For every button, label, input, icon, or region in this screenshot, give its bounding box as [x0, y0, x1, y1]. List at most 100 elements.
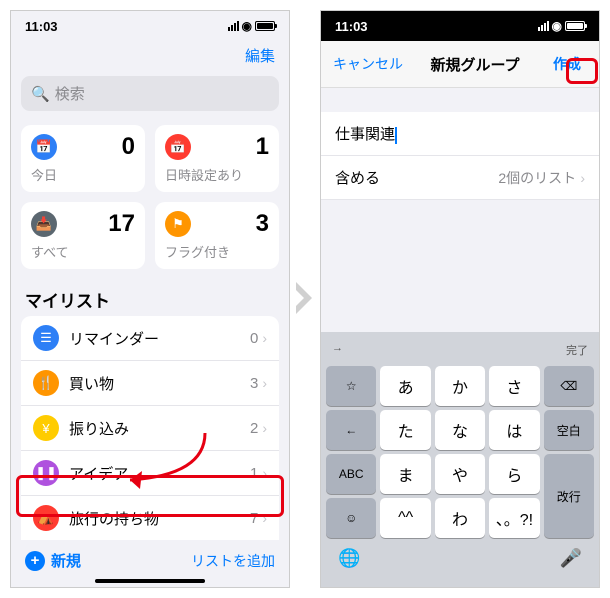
- key[interactable]: た: [380, 410, 430, 450]
- list-label: 旅行の持ち物: [69, 508, 250, 529]
- list-label: 買い物: [69, 373, 250, 394]
- chevron-icon: ›: [262, 375, 267, 391]
- transition-arrow-icon: [294, 280, 316, 316]
- key[interactable]: ^^: [380, 498, 430, 538]
- tile-count: 1: [256, 133, 269, 161]
- status-time: 11:03: [335, 19, 368, 34]
- list-count: 7: [250, 510, 258, 527]
- list-icon: ☰: [33, 325, 59, 351]
- key[interactable]: 空白: [544, 410, 594, 450]
- summary-tiles: 📅 0 今日 📅 1 日時設定あり 📥 17 すべて ⚑ 3 フラグ付き: [11, 117, 289, 277]
- list-row[interactable]: ⛺ 旅行の持ち物 7 ›: [21, 496, 279, 541]
- list-label: 振り込み: [69, 418, 250, 439]
- right-screenshot: 11:03 ◉ キャンセル 新規グループ 作成 仕事関連 含める 2個のリスト …: [320, 10, 600, 588]
- list-label: リマインダー: [69, 328, 250, 349]
- key[interactable]: あ: [380, 366, 430, 406]
- tile-icon: 📅: [165, 134, 191, 160]
- input-value: 仕事関連: [335, 126, 395, 143]
- tile-label: 日時設定あり: [165, 165, 269, 184]
- globe-icon[interactable]: 🌐: [338, 548, 360, 569]
- list-icon: ❚❚: [33, 460, 59, 486]
- search-icon: 🔍: [31, 85, 50, 103]
- new-reminder-button[interactable]: + 新規: [25, 550, 81, 571]
- list-label: アイデア: [69, 463, 250, 484]
- key[interactable]: さ: [489, 366, 539, 406]
- chevron-icon: ›: [262, 420, 267, 436]
- kb-prev[interactable]: →: [332, 342, 343, 358]
- left-screenshot: 11:03 ◉ 編集 🔍 検索 📅 0 今日 📅 1 日時設定あり 📥 17 す…: [10, 10, 290, 588]
- chevron-icon: ›: [580, 170, 585, 186]
- status-icons: ◉: [228, 19, 275, 33]
- key[interactable]: 、。?!: [489, 498, 539, 538]
- tile-label: フラグ付き: [165, 242, 269, 261]
- include-value: 2個のリスト: [498, 170, 576, 186]
- nav-bar: キャンセル 新規グループ 作成: [321, 41, 599, 88]
- list-row[interactable]: ¥ 振り込み 2 ›: [21, 406, 279, 451]
- include-row[interactable]: 含める 2個のリスト ›: [321, 156, 599, 200]
- search-input[interactable]: 🔍 検索: [21, 76, 279, 111]
- mic-icon[interactable]: 🎤: [560, 548, 582, 569]
- keyboard: → 完了 ☆あかさ⌫ ←たなは空白 ABCまやら改行 ☺^^わ、。?! 🌐 🎤: [321, 332, 599, 587]
- key[interactable]: 改行: [544, 454, 594, 538]
- include-label: 含める: [335, 167, 380, 188]
- chevron-icon: ›: [262, 510, 267, 526]
- key[interactable]: か: [435, 366, 485, 406]
- key[interactable]: ☆: [326, 366, 376, 406]
- status-bar: 11:03 ◉: [11, 11, 289, 41]
- group-form: 仕事関連 含める 2個のリスト ›: [321, 112, 599, 200]
- cancel-button[interactable]: キャンセル: [333, 54, 403, 74]
- tile-count: 3: [256, 210, 269, 238]
- create-button[interactable]: 作成: [547, 51, 587, 77]
- key[interactable]: ら: [489, 454, 539, 494]
- key[interactable]: ABC: [326, 454, 376, 494]
- keyboard-toolbar: 🌐 🎤: [324, 540, 596, 587]
- wifi-icon: ◉: [552, 19, 562, 33]
- tile[interactable]: 📅 1 日時設定あり: [155, 125, 279, 192]
- status-bar: 11:03 ◉: [321, 11, 599, 41]
- tile[interactable]: ⚑ 3 フラグ付き: [155, 202, 279, 269]
- tile[interactable]: 📅 0 今日: [21, 125, 145, 192]
- key[interactable]: ←: [326, 410, 376, 450]
- kb-done[interactable]: 完了: [566, 342, 588, 358]
- list-row[interactable]: ❚❚ アイデア 1 ›: [21, 451, 279, 496]
- list-row[interactable]: ☰ リマインダー 0 ›: [21, 316, 279, 361]
- new-label: 新規: [51, 550, 81, 571]
- key[interactable]: な: [435, 410, 485, 450]
- tile-count: 0: [122, 133, 135, 161]
- plus-icon: +: [25, 551, 45, 571]
- key[interactable]: ま: [380, 454, 430, 494]
- tile-icon: ⚑: [165, 211, 191, 237]
- wifi-icon: ◉: [242, 19, 252, 33]
- signal-icon: [228, 21, 239, 31]
- list-icon: ⛺: [33, 505, 59, 531]
- list-icon: 🍴: [33, 370, 59, 396]
- tile-label: 今日: [31, 165, 135, 184]
- list-row[interactable]: 🍴 買い物 3 ›: [21, 361, 279, 406]
- signal-icon: [538, 21, 549, 31]
- chevron-icon: ›: [262, 465, 267, 481]
- group-name-input[interactable]: 仕事関連: [321, 112, 599, 156]
- tile-count: 17: [108, 210, 135, 238]
- battery-icon: [565, 21, 585, 31]
- tile-icon: 📥: [31, 211, 57, 237]
- key[interactable]: ☺: [326, 498, 376, 538]
- edit-button[interactable]: 編集: [245, 48, 275, 65]
- list-icon: ¥: [33, 415, 59, 441]
- home-indicator: [95, 579, 205, 583]
- nav-title: 新規グループ: [430, 54, 519, 75]
- list-count: 1: [250, 465, 258, 482]
- tile-icon: 📅: [31, 134, 57, 160]
- search-placeholder: 検索: [55, 83, 85, 104]
- list-count: 3: [250, 375, 258, 392]
- key[interactable]: ⌫: [544, 366, 594, 406]
- text-cursor: [395, 127, 397, 144]
- key[interactable]: わ: [435, 498, 485, 538]
- list-count: 2: [250, 420, 258, 437]
- key[interactable]: は: [489, 410, 539, 450]
- key[interactable]: や: [435, 454, 485, 494]
- status-time: 11:03: [25, 19, 58, 34]
- battery-icon: [255, 21, 275, 31]
- add-list-button[interactable]: リストを追加: [191, 551, 275, 571]
- status-icons: ◉: [538, 19, 585, 33]
- tile[interactable]: 📥 17 すべて: [21, 202, 145, 269]
